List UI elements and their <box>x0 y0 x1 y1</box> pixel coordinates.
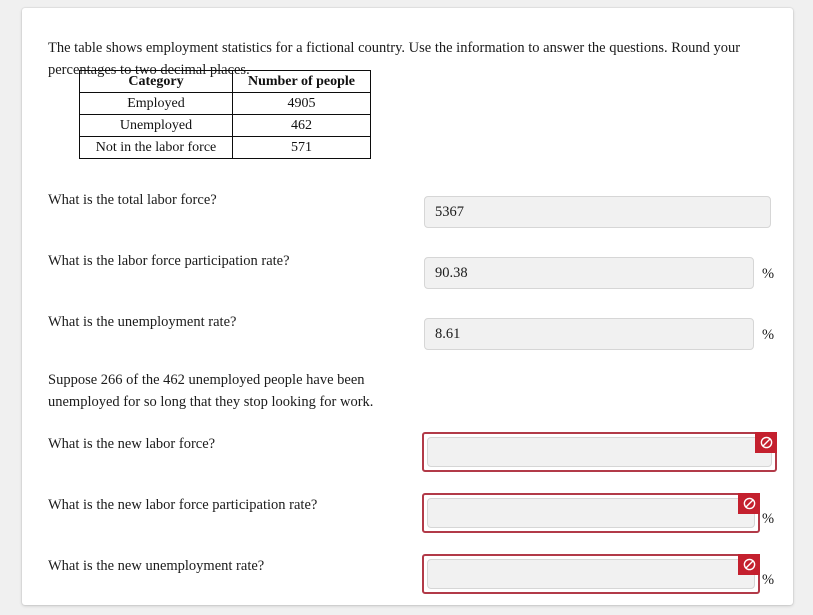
scenario-paragraph: Suppose 266 of the 462 unemployed people… <box>48 372 374 411</box>
answer-input-total-labor-force[interactable] <box>424 196 771 228</box>
answer-input-unemployment-rate[interactable] <box>424 318 754 350</box>
answer-input-participation-rate[interactable] <box>424 257 754 289</box>
answer-input-new-labor-force[interactable] <box>427 437 772 467</box>
table-cell-number: 4905 <box>232 92 371 115</box>
table-cell-category: Employed <box>79 92 233 115</box>
exercise-card: The table shows employment statistics fo… <box>22 8 793 605</box>
question-label-unemployment-rate: What is the unemployment rate? <box>48 314 237 330</box>
table-header-row: Category Number of people <box>79 70 371 93</box>
answer-input-new-participation-rate[interactable] <box>427 498 755 528</box>
question-label-new-unemployment-rate: What is the new unemployment rate? <box>48 558 265 574</box>
table-header-number: Number of people <box>232 70 371 93</box>
question-label-new-labor-force: What is the new labor force? <box>48 436 216 452</box>
table-row: Unemployed 462 <box>79 114 371 137</box>
table-row: Employed 4905 <box>79 92 371 115</box>
answer-input-new-unemployment-rate[interactable] <box>427 559 755 589</box>
percent-sign-new-participation-rate: % <box>762 511 775 527</box>
table-cell-category: Not in the labor force <box>79 136 233 159</box>
answer-field-new-unemployment-rate[interactable] <box>422 554 760 594</box>
prohibition-icon <box>738 554 760 575</box>
prohibition-icon <box>738 493 760 514</box>
question-label-participation-rate: What is the labor force participation ra… <box>48 253 290 269</box>
question-label-total-labor-force: What is the total labor force? <box>48 192 217 208</box>
exercise-content: The table shows employment statistics fo… <box>22 8 793 605</box>
table-cell-number: 462 <box>232 114 371 137</box>
table-cell-category: Unemployed <box>79 114 233 137</box>
table-header-category: Category <box>79 70 233 93</box>
answer-field-new-labor-force[interactable] <box>422 432 777 472</box>
percent-sign-participation-rate: % <box>762 266 775 282</box>
employment-statistics-table: Category Number of people Employed 4905 … <box>79 70 371 159</box>
table-cell-number: 571 <box>232 136 371 159</box>
table-row: Not in the labor force 571 <box>79 136 371 159</box>
answer-field-new-participation-rate[interactable] <box>422 493 760 533</box>
percent-sign-unemployment-rate: % <box>762 327 775 343</box>
prohibition-icon <box>755 432 777 453</box>
percent-sign-new-unemployment-rate: % <box>762 572 775 588</box>
question-label-new-participation-rate: What is the new labor force participatio… <box>48 497 318 513</box>
